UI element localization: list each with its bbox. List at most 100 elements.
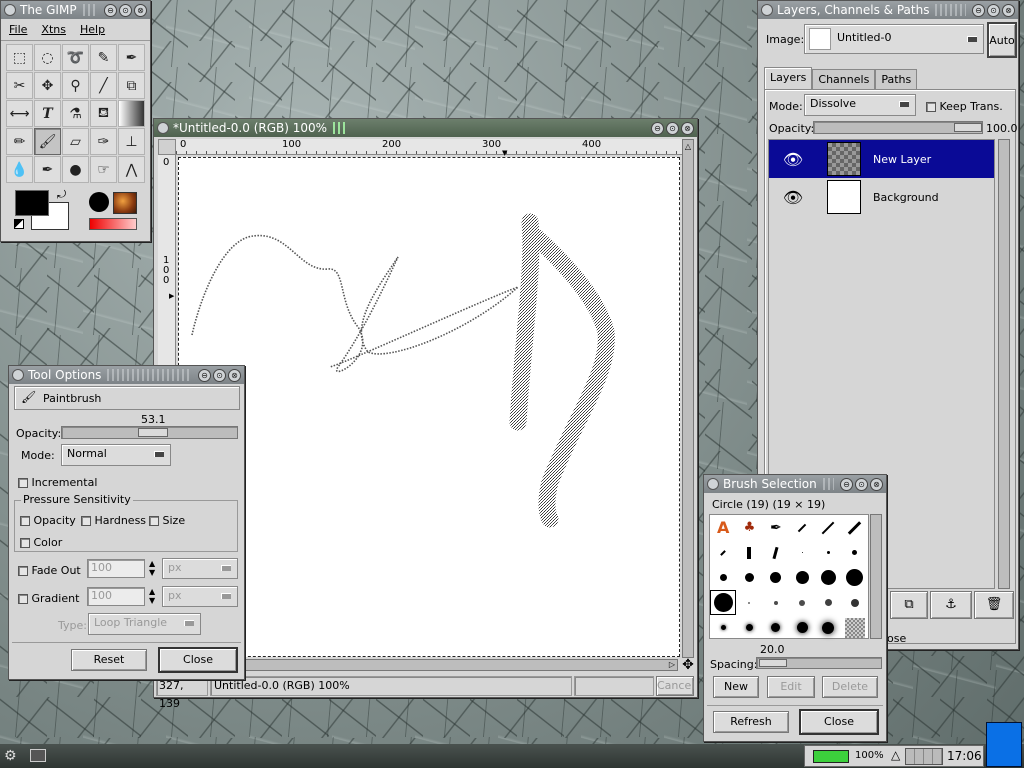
pencil-icon[interactable]: ✏ (6, 128, 33, 155)
fade-out-input[interactable]: 100 (87, 559, 145, 578)
shade-icon[interactable]: ⊖ (198, 368, 211, 382)
tab-paths[interactable]: Paths (875, 69, 918, 89)
airbrush-icon[interactable]: ✑ (90, 128, 117, 155)
image-vertical-scrollbar[interactable]: △ (682, 139, 694, 658)
smudge-icon[interactable]: ☞ (90, 156, 117, 183)
shade-icon[interactable]: ⊖ (840, 477, 853, 491)
close-icon[interactable]: ⊗ (228, 368, 241, 382)
clone-icon[interactable]: ⊥ (118, 128, 145, 155)
brush-cell[interactable] (789, 515, 815, 540)
minimize-icon[interactable]: ⊙ (666, 121, 679, 135)
pattern-indicator[interactable] (113, 192, 137, 214)
close-icon[interactable]: ⊗ (870, 477, 883, 491)
brush-scrollbar[interactable] (870, 514, 882, 639)
rect-select-icon[interactable]: ⬚ (6, 44, 33, 71)
close-fragment[interactable]: ose (887, 632, 906, 645)
tab-channels[interactable]: Channels (812, 69, 876, 89)
brush-indicator[interactable] (89, 192, 109, 212)
canvas[interactable] (178, 157, 680, 657)
anchor-layer-icon[interactable]: ⚓ (930, 591, 972, 619)
brush-cell[interactable] (789, 540, 815, 565)
window-menu-icon[interactable] (707, 478, 719, 490)
brush-cell[interactable] (842, 540, 868, 565)
free-select-icon[interactable]: ➰ (62, 44, 89, 71)
brush-cell[interactable] (736, 615, 762, 640)
tool-options-titlebar[interactable]: Tool Options ⊖ ⊙ ⊗ (9, 366, 244, 384)
minimize-icon[interactable]: ⊙ (119, 3, 132, 17)
close-icon[interactable]: ⊗ (681, 121, 694, 135)
window-menu-icon[interactable] (4, 4, 16, 16)
shade-icon[interactable]: ⊖ (651, 121, 664, 135)
brush-cell[interactable] (815, 590, 841, 615)
brush-cell[interactable] (842, 515, 868, 540)
foreground-color-swatch[interactable] (15, 190, 49, 216)
brush-cell-selected[interactable] (710, 590, 737, 615)
window-menu-icon[interactable] (157, 122, 169, 134)
shade-icon[interactable]: ⊖ (972, 3, 985, 17)
brush-refresh-button[interactable]: Refresh (713, 711, 789, 733)
magnify-icon[interactable]: ⚲ (62, 72, 89, 99)
convolve-icon[interactable]: 💧 (6, 156, 33, 183)
image-titlebar[interactable]: *Untitled-0.0 (RGB) 100% ⊖ ⊙ ⊗ (154, 119, 697, 137)
layer-opacity-slider[interactable] (813, 121, 983, 134)
brush-cell[interactable] (789, 590, 815, 615)
ellipse-select-icon[interactable]: ◌ (34, 44, 61, 71)
color-area[interactable]: ⤾ (13, 188, 73, 232)
brush-cell[interactable] (710, 615, 736, 640)
brush-close-button[interactable]: Close (799, 709, 879, 735)
pressure-color-checkbox[interactable]: Color (20, 536, 62, 549)
fade-spin-icon[interactable]: ▲ ▼ (149, 559, 155, 577)
brush-cell[interactable] (815, 565, 841, 590)
start-menu-icon[interactable]: ⚙ (4, 747, 22, 765)
text-icon[interactable]: T (34, 100, 61, 127)
pressure-size-checkbox[interactable]: Size (149, 514, 185, 527)
brush-cell[interactable] (842, 590, 868, 615)
type-select[interactable]: Loop Triangle (88, 613, 201, 635)
layer-row-new-layer[interactable]: 👁 New Layer (769, 140, 994, 178)
horizontal-ruler[interactable]: 0 100 200 300 400 ▼ (176, 139, 682, 157)
keep-trans-checkbox[interactable]: Keep Trans. (926, 100, 1003, 113)
image-select[interactable]: Untitled-0 (804, 24, 984, 54)
layers-scrollbar[interactable] (998, 139, 1010, 589)
transform-icon[interactable]: ⧉ (118, 72, 145, 99)
brush-cell[interactable] (763, 590, 789, 615)
gradient-spin-icon[interactable]: ▲ ▼ (149, 587, 155, 605)
menu-xtns[interactable]: Xtns (41, 23, 66, 36)
brush-cell[interactable]: A (710, 515, 736, 540)
tray-arrow-icon[interactable]: △ (891, 748, 900, 762)
brush-cell[interactable] (710, 540, 736, 565)
delete-layer-icon[interactable]: 🗑 (974, 591, 1014, 619)
brush-titlebar[interactable]: Brush Selection ⊖ ⊙ ⊗ (704, 475, 886, 493)
layer-row-background[interactable]: 👁 Background (769, 178, 994, 216)
brush-cell[interactable] (763, 565, 789, 590)
default-colors-icon[interactable] (14, 219, 24, 229)
brush-delete-button[interactable]: Delete (822, 676, 878, 698)
brush-edit-button[interactable]: Edit (767, 676, 815, 698)
brush-new-button[interactable]: New (713, 676, 759, 698)
minimize-icon[interactable]: ⊙ (987, 3, 1000, 17)
gradient-indicator[interactable] (89, 218, 137, 230)
navigate-icon[interactable]: ✥ (680, 657, 696, 673)
menu-help[interactable]: Help (80, 23, 105, 36)
pressure-opacity-checkbox[interactable]: Opacity (20, 514, 76, 527)
brush-cell[interactable] (815, 540, 841, 565)
gradient-checkbox[interactable]: Gradient (18, 592, 79, 605)
swap-colors-icon[interactable]: ⤾ (57, 188, 66, 202)
dodge-burn-icon[interactable]: ● (62, 156, 89, 183)
workspace-pager[interactable] (905, 748, 943, 765)
brush-cell[interactable] (842, 615, 868, 640)
active-workspace-indicator[interactable] (986, 722, 1022, 767)
brush-cell[interactable] (815, 515, 841, 540)
spacing-slider[interactable] (756, 657, 882, 669)
crop-icon[interactable]: ╱ (90, 72, 117, 99)
brush-cell[interactable] (763, 615, 789, 640)
ink-icon[interactable]: ✒ (34, 156, 61, 183)
brush-cell[interactable] (710, 565, 736, 590)
fade-unit-select[interactable]: px (162, 558, 238, 579)
opacity-slider[interactable] (61, 426, 238, 439)
menu-file[interactable]: File (9, 23, 27, 36)
scissors-icon[interactable]: ✂ (6, 72, 33, 99)
ruler-corner[interactable] (158, 139, 176, 155)
brush-cell[interactable] (736, 590, 762, 615)
window-menu-icon[interactable] (12, 369, 24, 381)
